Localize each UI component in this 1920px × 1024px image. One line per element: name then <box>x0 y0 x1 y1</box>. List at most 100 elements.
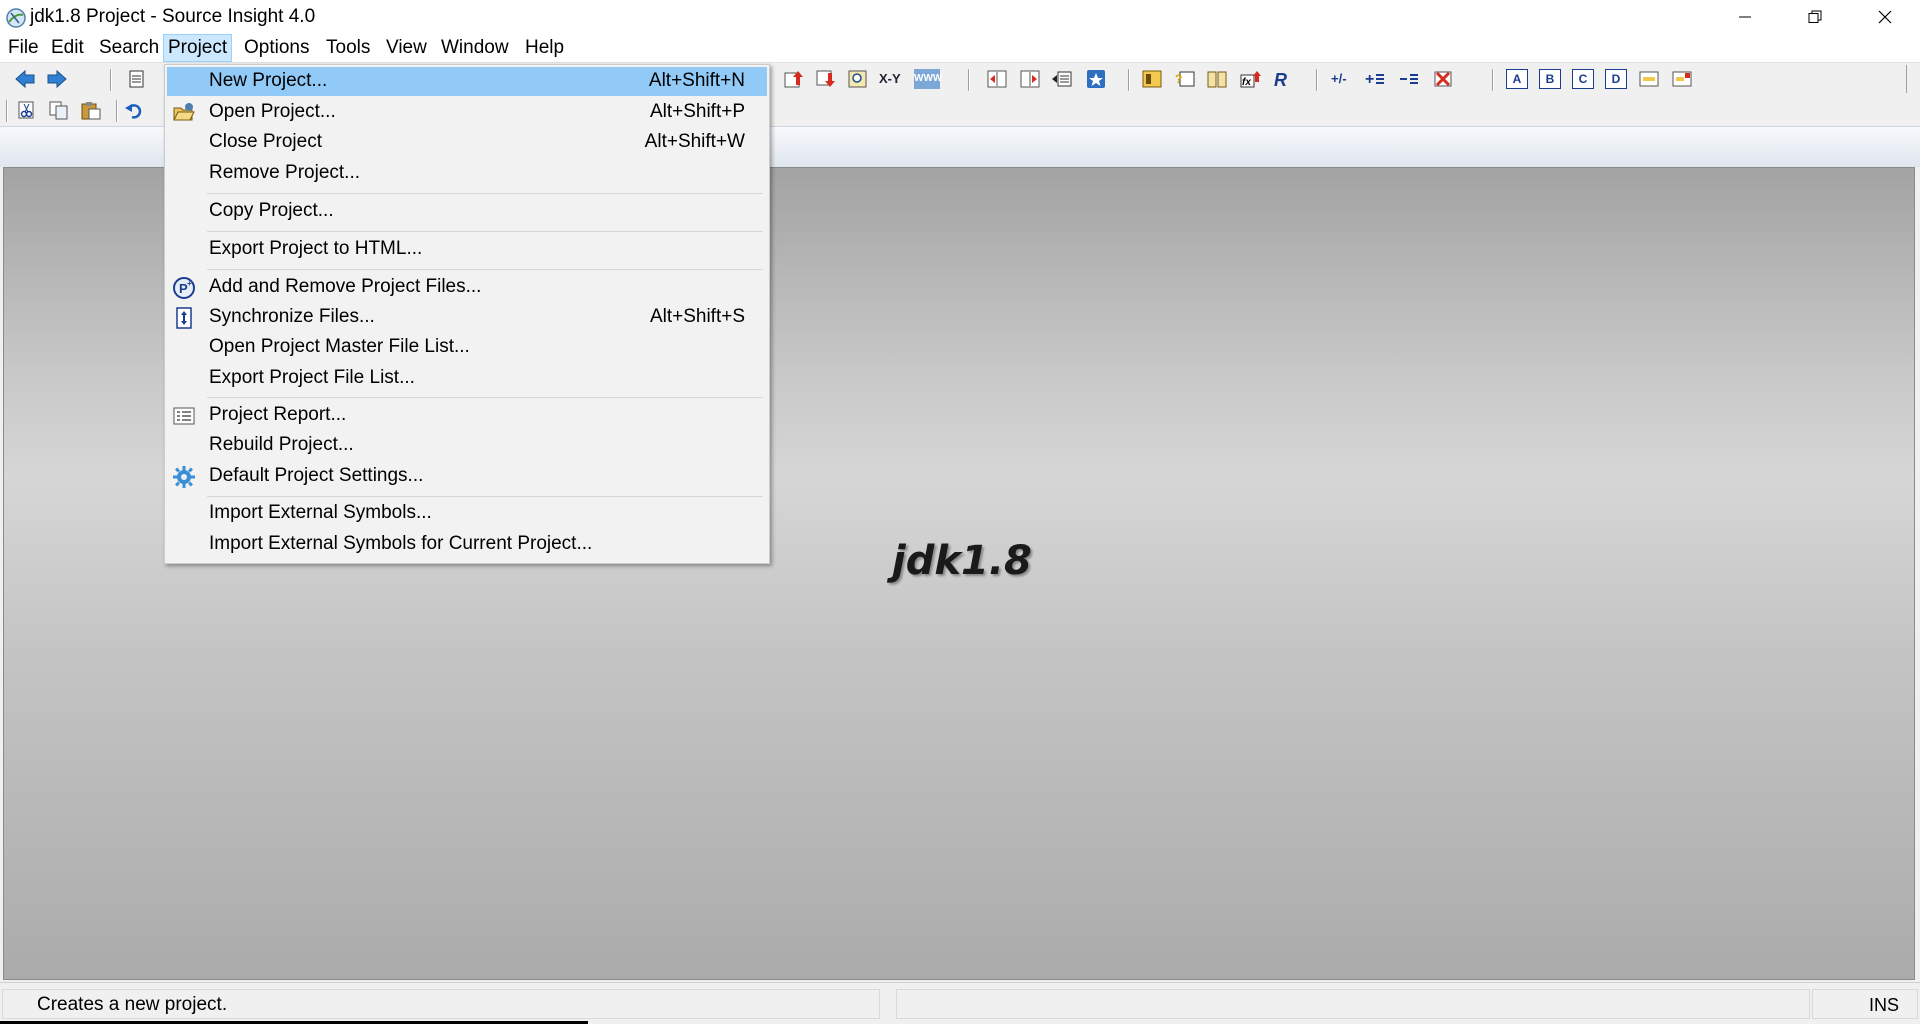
status-message-pane: Creates a new project. <box>2 989 880 1019</box>
menu-item-label: Close Project <box>209 131 322 152</box>
menu-separator <box>207 496 763 497</box>
split-left-icon[interactable] <box>986 69 1008 89</box>
symbol-window-icon[interactable] <box>1141 69 1163 89</box>
toolbar-separator <box>6 100 8 122</box>
jump-up-icon[interactable] <box>783 69 805 89</box>
jump-down-icon[interactable] <box>815 69 837 89</box>
collapse-icon[interactable] <box>1398 69 1420 89</box>
toolbar-separator <box>1316 69 1318 91</box>
highlight-options-icon[interactable] <box>1671 69 1693 89</box>
menu-window[interactable]: Window <box>437 34 513 62</box>
menu-item-shortcut: Alt+Shift+P <box>649 101 745 122</box>
menu-item-close-project[interactable]: Close Project Alt+Shift+W <box>167 128 767 157</box>
context-window-icon[interactable]: ? <box>1174 69 1196 89</box>
copy-icon[interactable] <box>48 100 70 120</box>
bookmark-d-button[interactable]: D <box>1605 69 1627 89</box>
www-button[interactable]: WWW <box>914 69 942 89</box>
menu-edit[interactable]: Edit <box>47 34 88 62</box>
menu-search[interactable]: Search <box>95 34 163 62</box>
back-arrow-icon[interactable] <box>14 69 36 89</box>
restore-button[interactable] <box>1780 0 1850 34</box>
menu-item-export-file-list[interactable]: Export Project File List... <box>167 364 767 393</box>
undo-icon[interactable] <box>124 100 146 120</box>
menu-bar: File Edit Search Project Options Tools V… <box>0 34 1920 62</box>
menu-item-add-remove-files[interactable]: P + Add and Remove Project Files... <box>167 273 767 302</box>
highlight-icon[interactable] <box>1638 69 1660 89</box>
xy-button[interactable]: X-Y <box>879 69 901 89</box>
menu-item-copy-project[interactable]: Copy Project... <box>167 197 767 226</box>
svg-text:?: ? <box>1175 72 1182 86</box>
new-file-icon[interactable] <box>126 69 148 89</box>
paste-icon[interactable] <box>80 100 102 120</box>
menu-item-label: Rebuild Project... <box>209 434 354 455</box>
forward-arrow-icon[interactable] <box>46 69 68 89</box>
window-title: jdk1.8 Project - Source Insight 4.0 <box>30 6 316 27</box>
menu-item-label: Project Report... <box>209 404 347 425</box>
menu-item-label: Import External Symbols for Current Proj… <box>209 533 593 554</box>
status-bar: Creates a new project. INS <box>0 982 1920 1024</box>
source-insight-app-icon[interactable] <box>5 7 27 29</box>
menu-help[interactable]: Help <box>521 34 568 62</box>
menu-item-open-project[interactable]: Open Project... Alt+Shift+P <box>167 98 767 127</box>
minimize-button[interactable] <box>1710 0 1780 34</box>
bookmark-star-icon[interactable] <box>1085 69 1107 89</box>
menu-item-import-symbols[interactable]: Import External Symbols... <box>167 499 767 528</box>
menu-item-shortcut: Alt+Shift+W <box>644 131 745 152</box>
menu-item-remove-project[interactable]: Remove Project... <box>167 159 767 188</box>
toolbar-separator <box>1128 69 1130 91</box>
gear-icon <box>173 466 195 488</box>
toolbar-separator <box>116 100 118 122</box>
menu-file[interactable]: File <box>4 34 43 62</box>
menu-item-default-settings[interactable]: Default Project Settings... <box>167 462 767 491</box>
menu-view[interactable]: View <box>382 34 431 62</box>
menu-item-label: Export Project to HTML... <box>209 238 423 259</box>
menu-item-new-project[interactable]: New Project... Alt+Shift+N <box>167 67 767 96</box>
project-menu-dropdown: New Project... Alt+Shift+N Open Project.… <box>164 64 770 564</box>
minimize-icon <box>1739 16 1751 18</box>
status-message: Creates a new project. <box>37 994 228 1015</box>
menu-item-import-symbols-current[interactable]: Import External Symbols for Current Proj… <box>167 530 767 559</box>
menu-item-export-html[interactable]: Export Project to HTML... <box>167 235 767 264</box>
status-pane-middle <box>896 989 1810 1019</box>
bookmark-a-button[interactable]: A <box>1506 69 1528 89</box>
toolbar-grip[interactable] <box>1906 65 1910 93</box>
close-button[interactable] <box>1850 0 1920 34</box>
menu-options[interactable]: Options <box>240 34 313 62</box>
menu-item-label: Open Project Master File List... <box>209 336 470 357</box>
close-icon <box>1878 10 1892 24</box>
menu-tools[interactable]: Tools <box>322 34 374 62</box>
menu-separator <box>207 269 763 270</box>
menu-separator <box>207 193 763 194</box>
menu-item-label: Default Project Settings... <box>209 465 424 486</box>
menu-item-label: New Project... <box>209 70 328 91</box>
menu-item-label: Remove Project... <box>209 162 360 183</box>
open-folder-icon <box>173 103 195 121</box>
menu-item-project-report[interactable]: Project Report... <box>167 401 767 430</box>
status-mode-pane: INS <box>1812 989 1918 1019</box>
split-right-icon[interactable] <box>1019 69 1041 89</box>
bookmark-b-button[interactable]: B <box>1539 69 1561 89</box>
relation-icon[interactable]: R <box>1272 69 1294 89</box>
delete-outline-icon[interactable] <box>1432 69 1454 89</box>
cut-icon[interactable] <box>16 100 38 120</box>
report-icon <box>173 407 195 425</box>
menu-project[interactable]: Project <box>163 34 233 62</box>
menu-item-label: Synchronize Files... <box>209 306 375 327</box>
expand-icon[interactable]: + <box>1364 69 1386 89</box>
menu-separator <box>207 231 763 232</box>
function-icon[interactable]: fx <box>1240 69 1262 89</box>
menu-item-shortcut: Alt+Shift+S <box>649 306 745 327</box>
menu-item-synchronize[interactable]: Synchronize Files... Alt+Shift+S <box>167 303 767 332</box>
menu-item-master-file-list[interactable]: Open Project Master File List... <box>167 333 767 362</box>
list-arrow-icon[interactable] <box>1051 69 1073 89</box>
plus-minus-button[interactable]: +/- <box>1331 69 1353 89</box>
browse-icon[interactable] <box>847 69 869 89</box>
book-icon[interactable] <box>1206 69 1228 89</box>
toolbar-separator <box>968 69 970 91</box>
menu-item-rebuild-project[interactable]: Rebuild Project... <box>167 431 767 460</box>
sync-icon <box>176 307 192 329</box>
restore-icon <box>1808 10 1822 23</box>
svg-text:+: + <box>187 279 192 288</box>
menu-item-label: Add and Remove Project Files... <box>209 276 482 297</box>
bookmark-c-button[interactable]: C <box>1572 69 1594 89</box>
